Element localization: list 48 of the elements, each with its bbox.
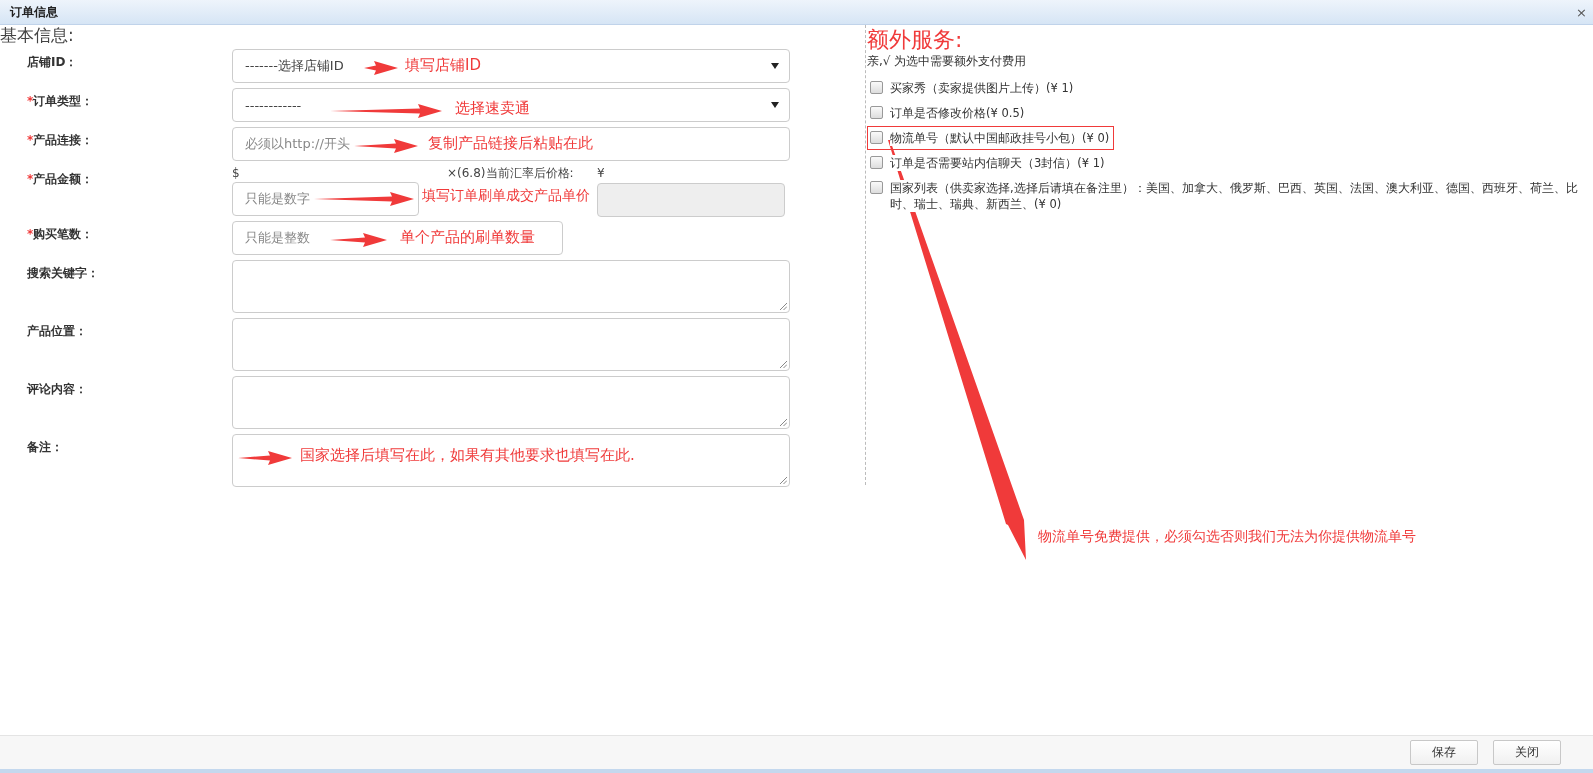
caret-icon bbox=[771, 102, 779, 108]
text-area[interactable] bbox=[232, 376, 790, 429]
checkbox[interactable] bbox=[870, 106, 883, 119]
field-label: 店铺ID： bbox=[26, 54, 79, 71]
caret-icon bbox=[771, 63, 779, 69]
text-area[interactable] bbox=[232, 318, 790, 371]
input-field[interactable]: 只能是数字 bbox=[232, 182, 419, 216]
annotation-text: 选择速卖通 bbox=[455, 99, 530, 118]
field-label: *订单类型： bbox=[26, 93, 95, 110]
annotation-text: 单个产品的刷单数量 bbox=[400, 228, 535, 247]
checkbox[interactable] bbox=[870, 131, 883, 144]
field-label: *产品金额： bbox=[26, 171, 95, 188]
resize-grip-icon bbox=[780, 303, 787, 310]
service-label: 订单是否需要站内信聊天（3封信）(¥ 1) bbox=[890, 155, 1105, 171]
text-area[interactable] bbox=[232, 434, 790, 487]
annotation-text: 填写店铺ID bbox=[405, 56, 481, 75]
service-label: 国家列表（供卖家选择,选择后请填在备注里）：美国、加拿大、俄罗斯、巴西、英国、法国、澳大利亚、德国、西班牙、荷兰、比 时、瑞士、瑞典、新西兰、(¥ 0) bbox=[890, 180, 1578, 212]
checkbox[interactable] bbox=[870, 181, 883, 194]
field-label: 备注： bbox=[26, 439, 64, 456]
hint-text: 亲,√ 为选中需要额外支付费用 bbox=[867, 53, 1028, 70]
field-label: 产品位置： bbox=[26, 323, 88, 340]
save-button[interactable]: 保存 bbox=[1410, 740, 1478, 765]
annotation-text: 国家选择后填写在此，如果有其他要求也填写在此. bbox=[300, 445, 635, 465]
annotation-text: 填写订单刷单成交产品单价 bbox=[422, 187, 590, 205]
currency-label: ¥ bbox=[597, 166, 606, 182]
field-label: 评论内容： bbox=[25, 381, 88, 398]
section-heading: 额外服务: bbox=[867, 26, 964, 53]
close-button[interactable]: 关闭 bbox=[1493, 740, 1561, 765]
window-title: 订单信息 bbox=[10, 3, 58, 21]
service-label: 物流单号（默认中国邮政挂号小包）(¥ 0) bbox=[890, 130, 1110, 146]
text-area[interactable] bbox=[232, 260, 790, 313]
resize-grip-icon bbox=[780, 477, 787, 484]
checkbox[interactable] bbox=[870, 81, 883, 94]
rate-text: ×(6.8)当前汇率后价格: bbox=[447, 166, 574, 181]
checkbox[interactable] bbox=[870, 156, 883, 169]
annotation-text: 物流单号免费提供，必须勾选否则我们无法为你提供物流单号 bbox=[1038, 528, 1416, 546]
service-label: 订单是否修改价格(¥ 0.5) bbox=[890, 105, 1025, 121]
service-label: 买家秀（卖家提供图片上传）(¥ 1) bbox=[890, 80, 1074, 96]
resize-grip-icon bbox=[780, 419, 787, 426]
arrow bbox=[364, 61, 398, 75]
annotation-text: 复制产品链接后粘贴在此 bbox=[428, 134, 593, 153]
section-heading: 基本信息: bbox=[0, 25, 75, 45]
field-label: *购买笔数： bbox=[26, 226, 95, 243]
field-label: 搜索关键字： bbox=[26, 265, 100, 282]
resize-grip-icon bbox=[780, 361, 787, 368]
currency-label: $ bbox=[232, 166, 241, 182]
close-button[interactable]: × bbox=[1576, 4, 1587, 20]
field-label: *产品连接： bbox=[26, 132, 95, 149]
